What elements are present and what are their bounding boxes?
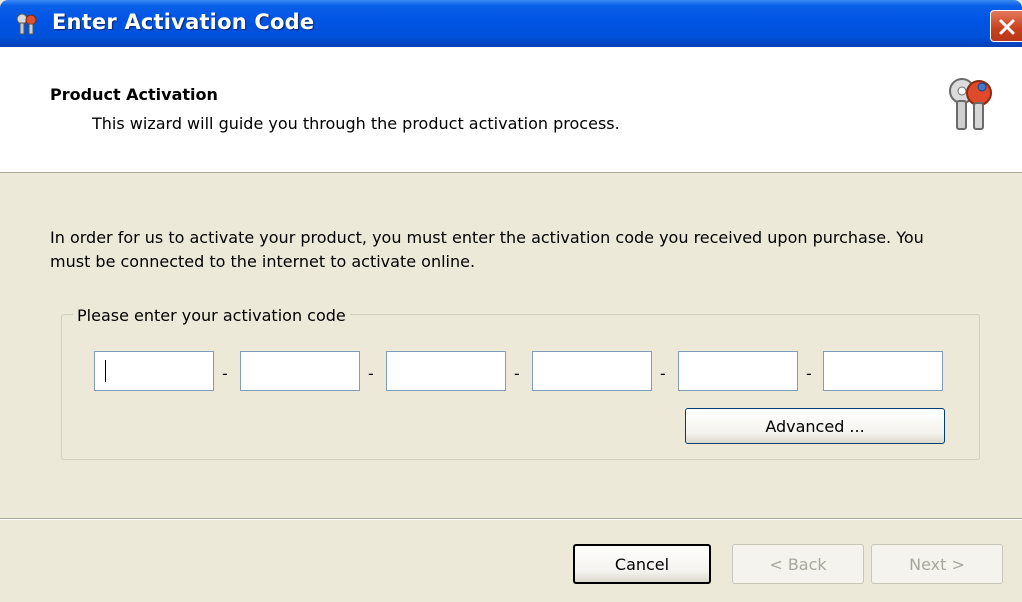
code-field-4[interactable] bbox=[532, 351, 652, 391]
window-title: Enter Activation Code bbox=[52, 10, 315, 34]
code-separator: - bbox=[514, 364, 520, 383]
code-field-1[interactable] bbox=[94, 351, 214, 391]
back-button[interactable]: < Back bbox=[732, 544, 864, 584]
next-button[interactable]: Next > bbox=[871, 544, 1003, 584]
cancel-button[interactable]: Cancel bbox=[573, 544, 711, 584]
wizard-header: Product Activation This wizard will guid… bbox=[0, 47, 1022, 173]
group-label: Please enter your activation code bbox=[73, 306, 350, 325]
close-button[interactable] bbox=[990, 10, 1022, 42]
keys-icon bbox=[16, 13, 37, 35]
code-separator: - bbox=[222, 364, 228, 383]
footer-separator bbox=[0, 518, 1022, 520]
code-field-2[interactable] bbox=[240, 351, 360, 391]
header-subtitle: This wizard will guide you through the p… bbox=[92, 114, 620, 133]
code-separator: - bbox=[368, 364, 374, 383]
advanced-button[interactable]: Advanced ... bbox=[685, 408, 945, 444]
text-caret bbox=[105, 360, 106, 382]
code-separator: - bbox=[806, 364, 812, 383]
code-field-5[interactable] bbox=[678, 351, 798, 391]
title-bar[interactable]: Enter Activation Code bbox=[0, 0, 1022, 47]
activation-dialog: Enter Activation Code Product Activation… bbox=[0, 0, 1022, 602]
header-title: Product Activation bbox=[50, 85, 218, 104]
instructions-text: In order for us to activate your product… bbox=[50, 228, 924, 271]
code-field-3[interactable] bbox=[386, 351, 506, 391]
keys-icon bbox=[949, 78, 992, 130]
close-icon bbox=[999, 19, 1015, 35]
code-field-6[interactable] bbox=[823, 351, 943, 391]
code-separator: - bbox=[660, 364, 666, 383]
